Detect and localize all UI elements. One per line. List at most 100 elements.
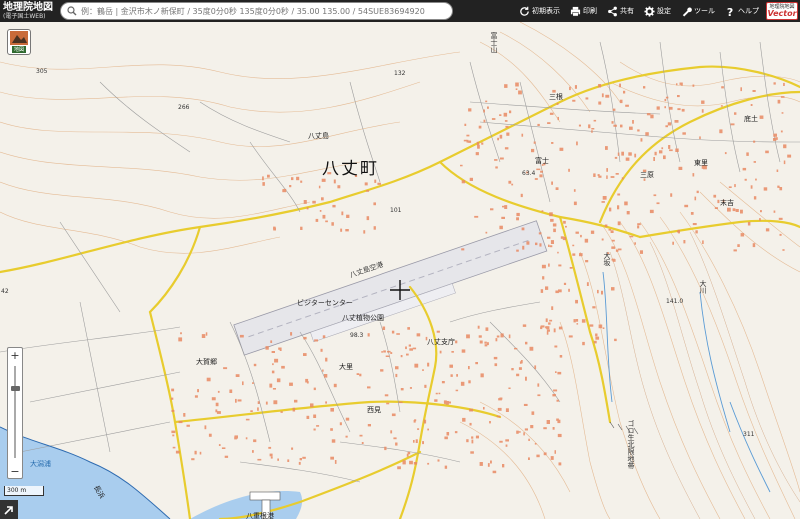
reset-view-button[interactable]: 初期表示: [514, 0, 565, 22]
zoom-slider-track[interactable]: [14, 366, 16, 458]
building-block: [591, 130, 593, 133]
zoom-slider-handle[interactable]: [11, 386, 20, 391]
expand-panel-button[interactable]: [0, 500, 18, 519]
building-block: [522, 324, 527, 327]
building-block: [781, 112, 784, 114]
building-block: [478, 125, 482, 129]
map-canvas[interactable]: 八丈町 富士山 八丈島 八丈島空港 ビジターセンター 八丈植物公園 大賀郷 八丈…: [0, 22, 800, 519]
building-block: [445, 401, 449, 405]
building-block: [578, 124, 581, 127]
tools-button[interactable]: ツール: [676, 0, 720, 22]
building-block: [267, 174, 270, 178]
building-block: [398, 401, 403, 404]
app-logo[interactable]: 地理院地図 (電子国土WEB): [0, 0, 56, 22]
building-block: [664, 98, 667, 102]
building-block: [649, 209, 654, 214]
building-block: [525, 376, 527, 381]
building-block: [502, 464, 505, 468]
building-block: [610, 176, 615, 178]
building-block: [359, 373, 362, 377]
building-block: [446, 432, 450, 436]
building-block: [557, 251, 559, 254]
building-block: [737, 244, 740, 247]
building-block: [194, 450, 197, 455]
settings-button[interactable]: 設定: [639, 0, 676, 22]
refresh-icon: [520, 6, 529, 16]
building-block: [574, 85, 577, 89]
building-block: [469, 422, 472, 426]
visitor-center-label: ビジターセンター: [297, 299, 353, 307]
building-block: [364, 182, 368, 186]
building-block: [650, 114, 654, 119]
building-block: [456, 374, 458, 377]
building-block: [556, 103, 559, 105]
building-block: [634, 153, 637, 158]
building-block: [653, 157, 655, 161]
building-block: [552, 223, 557, 227]
building-block: [559, 147, 564, 151]
building-block: [300, 226, 303, 230]
zoom-out-button[interactable]: −: [8, 464, 22, 478]
building-block: [499, 134, 503, 139]
building-block: [461, 180, 466, 184]
building-block: [576, 141, 578, 146]
building-block: [332, 204, 336, 208]
search-input[interactable]: [81, 6, 451, 16]
building-block: [692, 84, 695, 87]
share-button[interactable]: 共有: [602, 0, 639, 22]
building-block: [485, 231, 488, 234]
building-block: [455, 389, 459, 392]
building-block: [537, 383, 540, 387]
building-block: [548, 322, 551, 325]
building-block: [522, 245, 525, 250]
building-block: [235, 398, 237, 403]
building-block: [773, 133, 777, 137]
building-block: [677, 230, 679, 233]
building-block: [556, 399, 559, 402]
building-block: [223, 367, 228, 370]
building-block: [537, 123, 540, 126]
print-button[interactable]: 印刷: [565, 0, 602, 22]
building-block: [237, 399, 242, 402]
building-block: [683, 240, 686, 244]
building-block: [273, 226, 276, 230]
building-block: [727, 207, 731, 212]
building-block: [540, 289, 544, 293]
building-block: [475, 362, 478, 365]
building-block: [478, 335, 482, 338]
building-block: [395, 442, 398, 446]
building-block: [276, 378, 281, 383]
building-block: [495, 166, 498, 169]
building-block: [699, 136, 701, 140]
print-icon: [570, 6, 581, 16]
building-block: [546, 326, 550, 330]
building-block: [601, 201, 605, 203]
building-block: [427, 362, 430, 367]
building-block: [499, 440, 503, 443]
layer-selector-button[interactable]: 地図: [7, 29, 31, 55]
building-block: [387, 350, 391, 353]
share-icon: [608, 6, 617, 16]
building-block: [779, 187, 783, 191]
building-block: [504, 147, 509, 150]
gear-icon: [644, 5, 655, 17]
zoom-in-button[interactable]: +: [8, 348, 22, 362]
search-box[interactable]: [60, 2, 453, 20]
building-block: [479, 462, 483, 466]
building-block: [287, 459, 290, 462]
building-block: [306, 381, 309, 384]
building-block: [634, 242, 636, 245]
building-block: [460, 381, 465, 386]
building-block: [586, 282, 589, 286]
building-block: [521, 227, 525, 231]
vector-mode-badge[interactable]: 地理院地図 Vector: [766, 2, 798, 20]
building-block: [391, 413, 396, 417]
building-block: [322, 214, 326, 219]
building-block: [545, 318, 548, 323]
building-block: [589, 324, 594, 327]
building-block: [701, 100, 705, 104]
print-label: 印刷: [583, 7, 597, 15]
building-block: [242, 381, 244, 386]
help-button[interactable]: ? ヘルプ: [720, 0, 764, 22]
building-block: [617, 152, 620, 156]
